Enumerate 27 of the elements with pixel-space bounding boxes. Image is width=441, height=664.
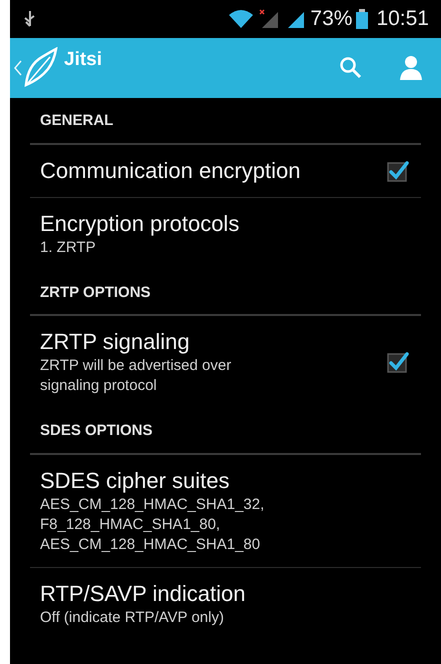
section-header: SDES OPTIONS — [40, 421, 154, 441]
preference-summary: AES_CM_128_HMAC_SHA1_32, F8_128_HMAC_SHA1_80, AES_CM_128_HMAC_SHA1_80 — [40, 494, 266, 554]
signal-icon — [258, 9, 280, 29]
preference-item[interactable]: Encryption protocols 1. ZRTP — [30, 198, 421, 270]
preference-title: Encryption protocols — [40, 210, 240, 238]
app-title: Jitsi — [64, 48, 102, 72]
preference-item[interactable]: Communication encryption — [30, 144, 421, 198]
preference-item[interactable]: RTP/SAVP indication Off (indicate RTP/AVP only) — [30, 568, 421, 640]
preference-summary: Off (indicate RTP/AVP only) — [40, 608, 225, 628]
preference-item[interactable]: ZRTP signaling ZRTP will be advertised over signaling protocol — [30, 316, 421, 408]
preference-title: RTP/SAVP indication — [40, 580, 246, 608]
person-icon[interactable] — [399, 54, 425, 82]
checkbox[interactable] — [385, 349, 411, 375]
search-icon[interactable] — [339, 56, 363, 80]
feather-logo-icon[interactable] — [22, 47, 60, 89]
section-header: ZRTP OPTIONS — [40, 282, 152, 302]
preference-summary: ZRTP will be advertised over signaling protocol — [40, 356, 232, 396]
preference-title: ZRTP signaling — [40, 328, 191, 356]
preference-title: Communication encryption — [40, 156, 302, 184]
preference-title: SDES cipher suites — [40, 466, 231, 494]
preference-summary: 1. ZRTP — [40, 238, 97, 258]
battery-level: 73% — [310, 6, 352, 32]
battery-icon — [356, 9, 368, 29]
wifi-icon — [228, 9, 254, 29]
clock: 10:51 — [376, 6, 429, 32]
section-header: GENERAL — [40, 111, 114, 131]
preference-item[interactable]: SDES cipher suites AES_CM_128_HMAC_SHA1_32, F8_128_HMAC_SHA1_80, AES_CM_128_HMAC_SHA1_80 — [30, 454, 421, 568]
